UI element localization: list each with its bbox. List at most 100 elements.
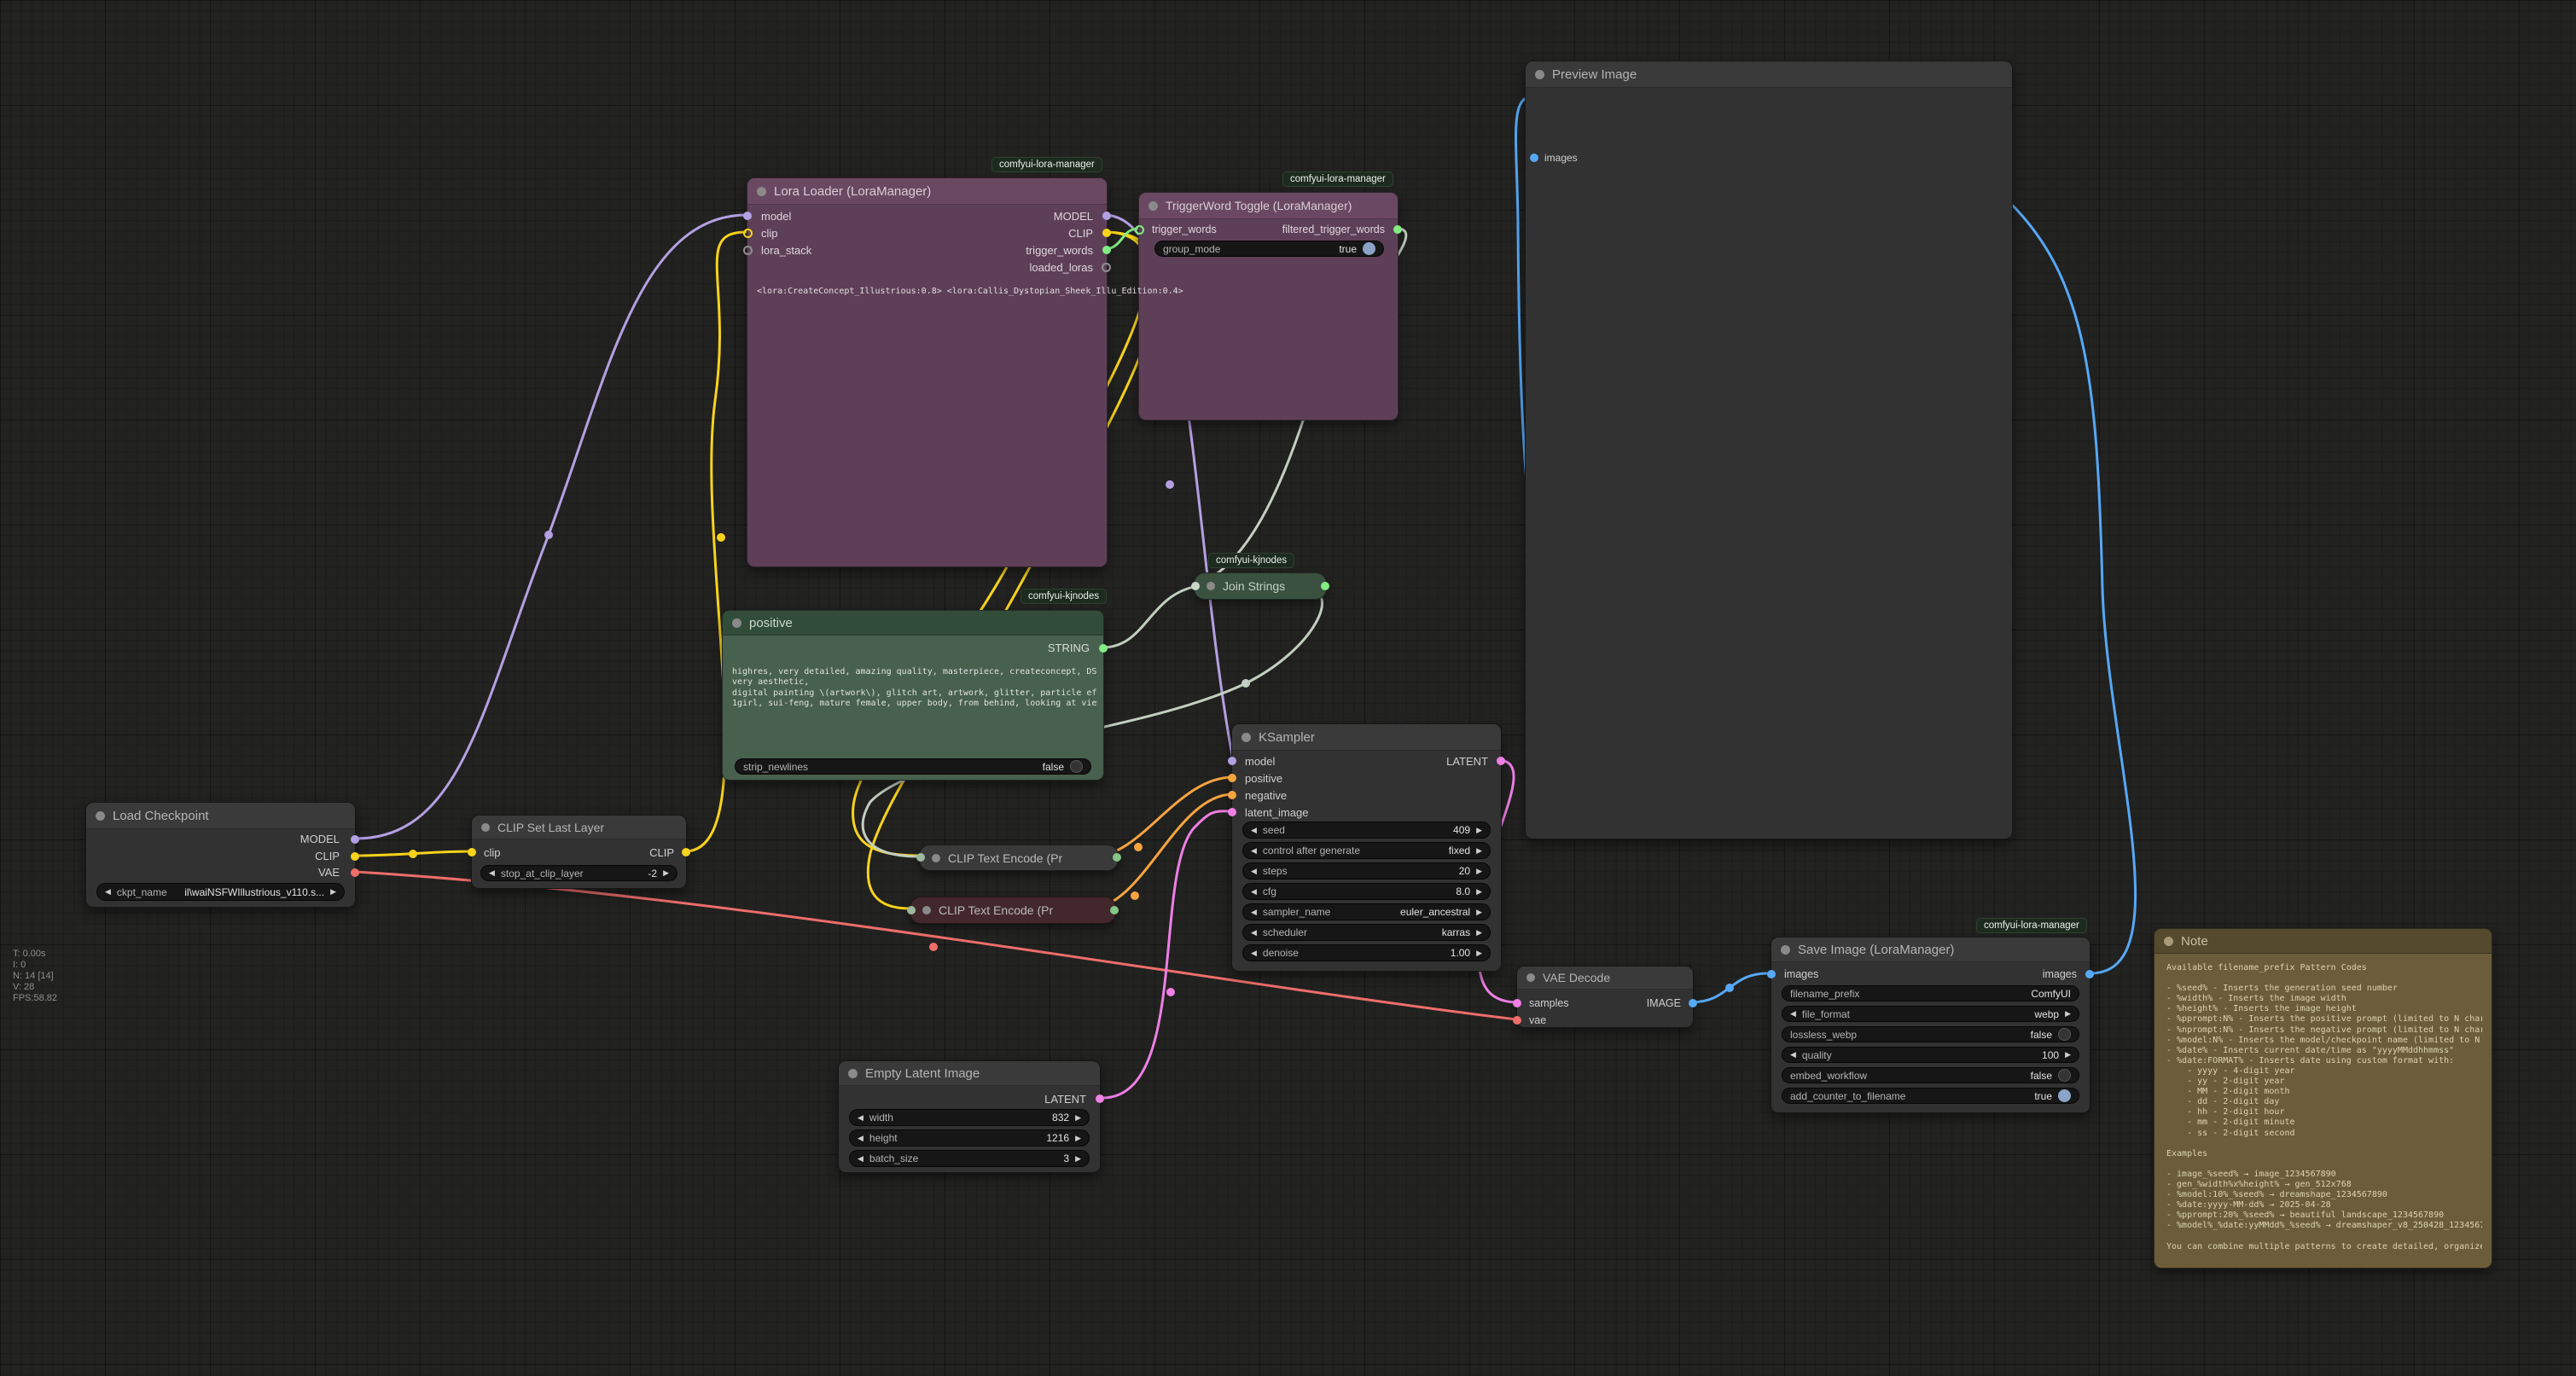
positive-input-port[interactable] [1228,774,1236,782]
collapse-dot-icon[interactable] [732,618,741,628]
node-titlebar[interactable]: Lora Loader (LoraManager) [747,178,1107,205]
images-output-port[interactable] [2085,970,2094,978]
latent-output-port[interactable] [1497,757,1505,765]
next-arrow-icon[interactable]: ▶ [1075,1155,1081,1163]
group-mode-toggle-widget[interactable]: group_mode true [1154,241,1384,257]
node-titlebar[interactable]: Save Image (LoraManager) [1771,938,2090,962]
next-arrow-icon[interactable]: ▶ [330,888,336,896]
clip-output-port[interactable] [682,848,690,856]
seed-widget[interactable]: ◀seed 409▶ [1242,822,1491,839]
collapse-dot-icon[interactable] [96,811,105,821]
images-input-port[interactable] [1767,970,1776,978]
filtered-trigger-words-output-port[interactable] [1393,225,1402,234]
collapsed-input-port[interactable] [916,853,925,862]
collapsed-output-port[interactable] [1321,582,1329,590]
scheduler-widget[interactable]: ◀scheduler karras▶ [1242,924,1491,941]
model-input-port[interactable] [743,212,752,220]
next-arrow-icon[interactable]: ▶ [1075,1135,1081,1142]
model-output-port[interactable] [1102,212,1111,220]
steps-widget[interactable]: ◀steps 20▶ [1242,862,1491,880]
prev-arrow-icon[interactable]: ◀ [1790,1010,1796,1018]
next-arrow-icon[interactable]: ▶ [663,869,669,877]
node-load-checkpoint[interactable]: Load Checkpoint MODEL CLIP VAE ◀ ckpt_na… [85,802,356,908]
add-counter-toggle-widget[interactable]: add_counter_to_filename true [1782,1088,2079,1104]
collapse-dot-icon[interactable] [481,823,490,832]
node-preview-image[interactable]: Preview Image images [1525,61,2013,839]
strip-newlines-toggle-widget[interactable]: strip_newlines false [735,758,1091,775]
loaded-loras-output-port[interactable] [1102,263,1111,272]
collapsed-input-port[interactable] [1191,582,1200,590]
toggle-knob-off[interactable] [2058,1069,2071,1082]
width-widget[interactable]: ◀width 832▶ [849,1109,1090,1126]
clip-input-port[interactable] [743,229,753,238]
height-widget[interactable]: ◀height 1216▶ [849,1129,1090,1147]
node-join-strings[interactable]: Join Strings [1194,572,1327,600]
node-save-image[interactable]: Save Image (LoraManager) images images f… [1771,937,2090,1113]
collapse-dot-icon[interactable] [757,187,766,196]
next-arrow-icon[interactable]: ▶ [1476,868,1482,875]
prev-arrow-icon[interactable]: ◀ [1251,888,1257,896]
quality-widget[interactable]: ◀quality 100▶ [1782,1047,2079,1063]
prev-arrow-icon[interactable]: ◀ [1251,949,1257,957]
collapse-dot-icon[interactable] [2164,937,2173,946]
next-arrow-icon[interactable]: ▶ [2065,1051,2071,1059]
node-titlebar[interactable]: VAE Decode [1517,967,1693,990]
next-arrow-icon[interactable]: ▶ [1075,1114,1081,1122]
node-titlebar[interactable]: positive [723,611,1103,636]
collapse-dot-icon[interactable] [1207,582,1215,590]
node-clip-set-last-layer[interactable]: CLIP Set Last Layer clip CLIP ◀ stop_at_… [471,815,687,889]
string-output-port[interactable] [1099,644,1108,653]
node-titlebar[interactable]: Preview Image [1526,61,2012,88]
node-titlebar[interactable]: TriggerWord Toggle (LoraManager) [1139,193,1398,219]
node-clip-text-encode-negative[interactable]: CLIP Text Encode (Pr [910,897,1116,924]
node-triggerword-toggle[interactable]: TriggerWord Toggle (LoraManager) trigger… [1138,192,1398,421]
next-arrow-icon[interactable]: ▶ [1476,827,1482,834]
trigger-words-output-port[interactable] [1102,246,1111,254]
clip-input-port[interactable] [468,848,476,856]
prev-arrow-icon[interactable]: ◀ [1251,847,1257,855]
lora-stack-input-port[interactable] [743,246,753,255]
loras-text-widget[interactable]: <lora:CreateConcept_Illustrious:0.8> <lo… [757,287,1183,296]
samples-input-port[interactable] [1513,999,1521,1007]
images-input-port[interactable] [1530,154,1538,162]
prev-arrow-icon[interactable]: ◀ [1790,1051,1796,1059]
model-output-port[interactable] [351,835,359,844]
node-titlebar[interactable]: Load Checkpoint [86,803,355,829]
toggle-knob-off[interactable] [2058,1028,2071,1041]
image-output-port[interactable] [1689,999,1697,1007]
node-clip-text-encode-positive[interactable]: CLIP Text Encode (Pr [919,845,1119,871]
node-vae-decode[interactable]: VAE Decode samples vae IMAGE [1516,966,1694,1028]
control-after-generate-widget[interactable]: ◀control after generate fixed▶ [1242,842,1491,859]
node-titlebar[interactable]: Empty Latent Image [839,1061,1100,1086]
collapsed-output-port[interactable] [1113,853,1121,862]
collapse-dot-icon[interactable] [1781,945,1790,955]
next-arrow-icon[interactable]: ▶ [1476,929,1482,937]
node-titlebar[interactable]: CLIP Set Last Layer [472,816,686,839]
prev-arrow-icon[interactable]: ◀ [1251,827,1257,834]
prev-arrow-icon[interactable]: ◀ [1251,929,1257,937]
next-arrow-icon[interactable]: ▶ [1476,888,1482,896]
next-arrow-icon[interactable]: ▶ [1476,847,1482,855]
embed-workflow-toggle-widget[interactable]: embed_workflow false [1782,1067,2079,1083]
toggle-knob-off[interactable] [1070,760,1083,773]
node-lora-loader[interactable]: Lora Loader (LoraManager) model clip lor… [747,177,1108,567]
batch-size-widget[interactable]: ◀batch_size 3▶ [849,1150,1090,1167]
note-text[interactable]: Available filename_prefix Pattern Codes … [2166,963,2482,1260]
prev-arrow-icon[interactable]: ◀ [1251,868,1257,875]
latent-image-input-port[interactable] [1228,808,1236,816]
node-empty-latent-image[interactable]: Empty Latent Image LATENT ◀width 832▶ ◀h… [838,1060,1101,1173]
next-arrow-icon[interactable]: ▶ [1476,949,1482,957]
collapse-dot-icon[interactable] [1526,973,1535,982]
stop-at-clip-layer-widget[interactable]: ◀ stop_at_clip_layer -2 ▶ [480,865,677,881]
toggle-knob-on[interactable] [2058,1089,2071,1102]
toggle-knob-on[interactable] [1363,242,1375,255]
prev-arrow-icon[interactable]: ◀ [858,1135,864,1142]
collapsed-output-port[interactable] [1110,906,1119,914]
denoise-widget[interactable]: ◀denoise 1.00▶ [1242,944,1491,961]
clip-output-port[interactable] [351,852,359,861]
node-titlebar[interactable]: KSampler [1232,724,1501,751]
collapse-dot-icon[interactable] [848,1069,858,1078]
negative-input-port[interactable] [1228,791,1236,799]
prompt-textarea[interactable]: highres, very detailed, amazing quality,… [732,667,1097,752]
clip-output-port[interactable] [1102,229,1111,237]
